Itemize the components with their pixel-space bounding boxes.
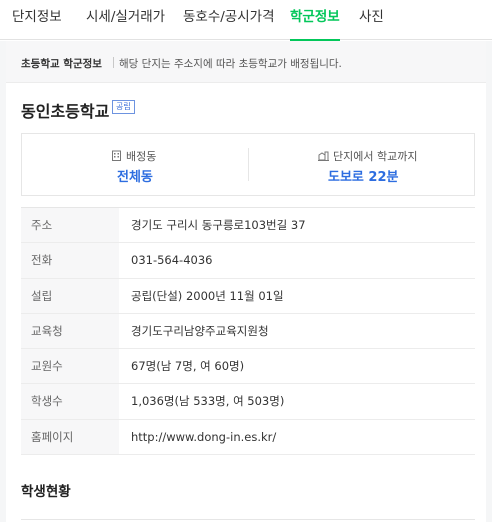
info-row-founded: 설립 공립(단설) 2000년 11월 01일 [21, 278, 475, 314]
assign-label: 배정동 [126, 150, 157, 163]
row-label: 홈페이지 [21, 419, 119, 455]
row-value: 경기도 구리시 동구릉로103번길 37 [131, 218, 306, 232]
tab-unit-price[interactable]: 동호수/공시가격 [183, 0, 275, 40]
info-row-education-office: 교육청 경기도구리남양주교육지원청 [21, 313, 475, 350]
distance-label-wrap: 단지에서 학교까지 [318, 148, 417, 164]
notice-divider [113, 57, 114, 68]
student-status-title: 학생현황 [21, 484, 71, 500]
notice-title: 초등학교 학군정보 [21, 58, 102, 70]
info-row-teachers: 교원수 67명(남 7명, 여 60명) [21, 349, 475, 385]
distance-label: 단지에서 학교까지 [333, 150, 418, 163]
notice-bar: 초등학교 학군정보 해당 단지는 주소지에 따라 초등학교가 배정됩니다. [6, 41, 486, 83]
row-value: 031-564-4036 [131, 253, 213, 268]
school-type-badge: 공립 [112, 100, 135, 114]
tab-school-district[interactable]: 학군정보 [290, 0, 340, 41]
tab-photos[interactable]: 사진 [359, 0, 384, 40]
assign-value: 전체동 [117, 170, 153, 185]
school-info-panel: 초등학교 학군정보 해당 단지는 주소지에 따라 초등학교가 배정됩니다. 동인… [6, 41, 486, 522]
homepage-link[interactable]: http://www.dong-in.es.kr/ [131, 420, 276, 454]
assign-label-wrap: 배정동 [111, 148, 156, 164]
row-value: 경기도구리남양주교육지원청 [131, 323, 269, 338]
tab-complex-info[interactable]: 단지정보 [12, 0, 62, 40]
school-info-table: 주소 경기도 구리시 동구릉로103번길 37 전화 031-564-4036 … [21, 207, 475, 456]
school-summary-box: 배정동 전체동 단지에서 학교까지 도보로 22분 [21, 133, 475, 196]
tab-bar: 단지정보 시세/실거래가 동호수/공시가격 학군정보 사진 [0, 0, 492, 41]
distance-value: 도보로 22분 [328, 170, 399, 185]
row-label: 설립 [21, 278, 119, 313]
row-value: 67명(남 7명, 여 60명) [131, 359, 245, 374]
section-divider [21, 519, 475, 520]
row-label: 교원수 [21, 349, 119, 384]
info-row-homepage: 홈페이지 http://www.dong-in.es.kr/ [21, 419, 475, 456]
row-label: 학생수 [21, 384, 119, 419]
row-label: 전화 [21, 243, 119, 278]
school-name: 동인초등학교 [21, 102, 110, 121]
row-value: 1,036명(남 533명, 여 503명) [131, 394, 285, 409]
row-label: 교육청 [21, 313, 119, 349]
summary-divider [248, 148, 249, 181]
walk-icon [318, 151, 329, 161]
building-icon [112, 150, 121, 161]
info-row-address: 주소 경기도 구리시 동구릉로103번길 37 [21, 208, 475, 244]
row-label: 주소 [21, 208, 119, 243]
info-row-students: 학생수 1,036명(남 533명, 여 503명) [21, 384, 475, 420]
info-row-phone: 전화 031-564-4036 [21, 243, 475, 279]
row-value: 공립(단설) 2000년 11월 01일 [131, 288, 284, 303]
tab-price[interactable]: 시세/실거래가 [86, 0, 165, 40]
notice-text: 해당 단지는 주소지에 따라 초등학교가 배정됩니다. [119, 58, 342, 70]
